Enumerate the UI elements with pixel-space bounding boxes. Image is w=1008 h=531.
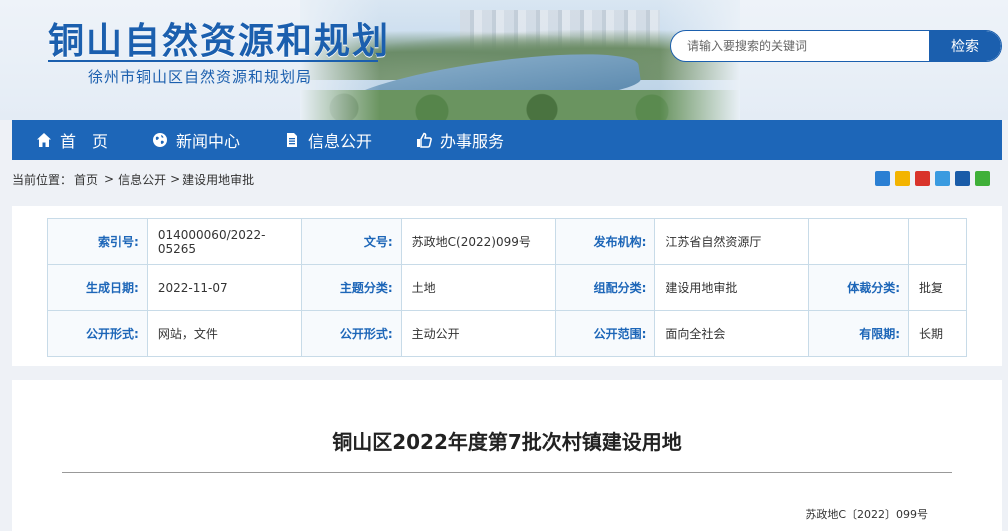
index-value: 014000060/2022-05265 bbox=[146, 218, 302, 265]
info-table: 索引号: 014000060/2022-05265 文号: 苏政地C(2022)… bbox=[47, 218, 967, 357]
search-box: 检索 bbox=[670, 30, 1002, 62]
doc-number-value: 苏政地C(2022)099号 bbox=[400, 218, 556, 265]
nav-item-news[interactable]: 新闻中心 bbox=[152, 120, 240, 160]
share-qzone-icon[interactable] bbox=[875, 171, 890, 186]
main-nav: 首 页 新闻中心 信息公开 办事服务 bbox=[12, 120, 1002, 160]
index-label: 索引号: bbox=[47, 218, 148, 265]
table-row: 生成日期: 2022-11-07 主题分类: 土地 组配分类: 建设用地审批 体… bbox=[47, 264, 967, 311]
table-row: 索引号: 014000060/2022-05265 文号: 苏政地C(2022)… bbox=[47, 218, 967, 265]
article-divider bbox=[62, 472, 952, 473]
public-form-value: 网站，文件 bbox=[146, 310, 302, 357]
public-scope-value: 面向全社会 bbox=[654, 310, 810, 357]
title-divider bbox=[48, 60, 378, 62]
genre-label: 体裁分类: bbox=[808, 264, 909, 311]
share-people-icon[interactable] bbox=[955, 171, 970, 186]
globe-icon bbox=[153, 133, 168, 147]
public-form-value-2: 主动公开 bbox=[400, 310, 556, 357]
created-date-label: 生成日期: bbox=[47, 264, 148, 311]
publisher-value: 江苏省自然资源厅 bbox=[654, 218, 810, 265]
validity-value: 长期 bbox=[908, 310, 967, 357]
nav-item-services[interactable]: 办事服务 bbox=[416, 120, 504, 160]
topic-value: 土地 bbox=[400, 264, 556, 311]
breadcrumb-separator: > bbox=[170, 172, 181, 186]
empty-label bbox=[808, 218, 909, 265]
nav-item-label: 办事服务 bbox=[440, 132, 505, 151]
share-qq-icon[interactable] bbox=[935, 171, 950, 186]
breadcrumb-prefix: 当前位置： bbox=[12, 172, 73, 187]
public-scope-label: 公开范围: bbox=[554, 310, 656, 357]
breadcrumb-home[interactable]: 首页 bbox=[74, 171, 98, 188]
nav-item-info-public[interactable]: 信息公开 bbox=[284, 120, 372, 160]
empty-value bbox=[908, 218, 967, 265]
article-panel: 铜山区2022年度第7批次村镇建设用地 苏政地C〔2022〕099号 bbox=[12, 380, 1002, 531]
nav-item-label: 首 页 bbox=[60, 132, 109, 151]
share-wechat-icon[interactable] bbox=[975, 171, 990, 186]
site-title[interactable]: 铜山自然资源和规划 bbox=[48, 12, 390, 64]
group-value: 建设用地审批 bbox=[654, 264, 810, 311]
public-form-label-2: 公开形式: bbox=[300, 310, 402, 357]
site-subtitle: 徐州市铜山区自然资源和规划局 bbox=[88, 68, 313, 86]
info-panel: 索引号: 014000060/2022-05265 文号: 苏政地C(2022)… bbox=[12, 206, 1002, 366]
public-form-label: 公开形式: bbox=[47, 310, 148, 357]
article-title: 铜山区2022年度第7批次村镇建设用地 bbox=[332, 430, 682, 454]
validity-label: 有限期: bbox=[808, 310, 909, 357]
home-icon bbox=[37, 133, 51, 147]
topic-label: 主题分类: bbox=[300, 264, 402, 311]
share-bar bbox=[875, 171, 990, 186]
nav-item-home[interactable]: 首 页 bbox=[36, 120, 108, 160]
share-renren-icon[interactable] bbox=[915, 171, 930, 186]
document-icon bbox=[287, 133, 298, 147]
breadcrumb-info-public[interactable]: 信息公开 bbox=[118, 171, 166, 188]
breadcrumb: 当前位置： 首页 > 信息公开 > 建设用地审批 bbox=[12, 168, 1002, 190]
site-header: 铜山自然资源和规划 徐州市铜山区自然资源和规划局 检索 bbox=[0, 0, 1008, 120]
article-doc-number: 苏政地C〔2022〕099号 bbox=[805, 508, 928, 521]
breadcrumb-separator: > bbox=[104, 172, 115, 186]
thumbs-up-icon bbox=[417, 132, 432, 148]
breadcrumb-current[interactable]: 建设用地审批 bbox=[182, 171, 254, 188]
share-weibo-icon[interactable] bbox=[895, 171, 910, 186]
nav-item-label: 信息公开 bbox=[308, 132, 373, 151]
group-label: 组配分类: bbox=[554, 264, 656, 311]
table-row: 公开形式: 网站，文件 公开形式: 主动公开 公开范围: 面向全社会 有限期: … bbox=[47, 310, 967, 357]
doc-number-label: 文号: bbox=[300, 218, 402, 265]
created-date-value: 2022-11-07 bbox=[146, 264, 302, 311]
search-button[interactable]: 检索 bbox=[929, 31, 1001, 61]
nav-item-label: 新闻中心 bbox=[176, 132, 241, 151]
genre-value: 批复 bbox=[908, 264, 967, 311]
search-input[interactable] bbox=[671, 31, 931, 61]
publisher-label: 发布机构: bbox=[554, 218, 656, 265]
